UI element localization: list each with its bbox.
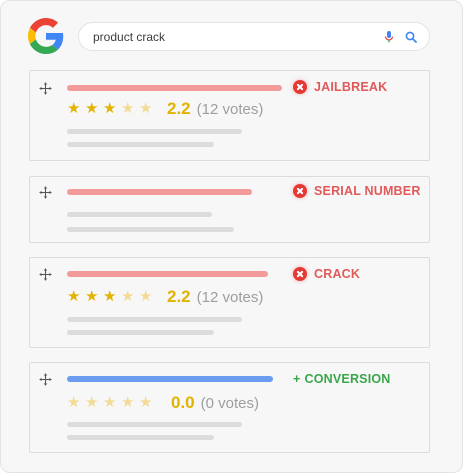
text-placeholder-line xyxy=(67,317,242,322)
star-icon[interactable]: ★ xyxy=(103,289,121,305)
star-icon[interactable]: ★ xyxy=(103,101,121,117)
text-placeholder-line xyxy=(67,212,212,217)
remove-icon[interactable] xyxy=(293,184,307,198)
text-placeholder-line xyxy=(67,129,242,134)
star-rating[interactable]: ★ ★ ★ ★ ★ xyxy=(67,395,157,411)
search-input[interactable]: product crack xyxy=(93,30,165,44)
rating: ★ ★ ★ ★ ★ 2.2 (12 votes) xyxy=(67,287,263,307)
tag-serial-number: SERIAL NUMBER xyxy=(293,184,421,198)
tag-label: SERIAL NUMBER xyxy=(314,184,421,198)
result-card-jailbreak: JAILBREAK ★ ★ ★ ★ ★ 2.2 (12 votes) xyxy=(29,70,430,161)
rating-score: 2.2 xyxy=(167,287,191,306)
star-icon[interactable]: ★ xyxy=(85,395,103,411)
result-card-crack: CRACK ★ ★ ★ ★ ★ 2.2 (12 votes) xyxy=(29,257,430,348)
rating: ★ ★ ★ ★ ★ 2.2 (12 votes) xyxy=(67,99,263,119)
star-icon[interactable]: ★ xyxy=(85,289,103,305)
vote-count: (12 votes) xyxy=(196,100,264,118)
star-icon[interactable]: ★ xyxy=(103,395,121,411)
star-icon[interactable]: ★ xyxy=(121,101,139,117)
tag-conversion: + CONVERSION xyxy=(293,372,391,386)
vote-count: (12 votes) xyxy=(196,288,264,306)
vote-count: (0 votes) xyxy=(200,394,259,412)
remove-icon[interactable] xyxy=(293,80,307,94)
text-placeholder-line xyxy=(67,227,234,232)
star-icon[interactable]: ★ xyxy=(139,289,157,305)
star-icon[interactable]: ★ xyxy=(67,101,85,117)
rating-score: 0.0 xyxy=(171,393,195,412)
plus-sign: + xyxy=(293,372,301,386)
drag-handle-icon[interactable] xyxy=(39,373,52,386)
star-icon[interactable]: ★ xyxy=(121,395,139,411)
remove-icon[interactable] xyxy=(293,267,307,281)
search-bar[interactable]: product crack xyxy=(78,22,430,51)
text-placeholder-line xyxy=(67,422,242,427)
star-icon[interactable]: ★ xyxy=(67,289,85,305)
rating-score: 2.2 xyxy=(167,99,191,118)
star-icon[interactable]: ★ xyxy=(85,101,103,117)
title-placeholder-bar xyxy=(67,189,252,195)
text-placeholder-line xyxy=(67,435,214,440)
window-frame: product crack JAILBREAK ★ ★ ★ ★ ★ 2.2 (1… xyxy=(0,0,463,473)
rating: ★ ★ ★ ★ ★ 0.0 (0 votes) xyxy=(67,393,259,413)
search-icon[interactable] xyxy=(404,30,418,44)
star-icon[interactable]: ★ xyxy=(139,395,157,411)
star-icon[interactable]: ★ xyxy=(121,289,139,305)
tag-label: CRACK xyxy=(314,267,361,281)
star-rating[interactable]: ★ ★ ★ ★ ★ xyxy=(67,101,157,117)
tag-crack: CRACK xyxy=(293,267,360,281)
title-placeholder-bar xyxy=(67,271,268,277)
star-icon[interactable]: ★ xyxy=(67,395,85,411)
tag-jailbreak: JAILBREAK xyxy=(293,80,387,94)
title-placeholder-bar xyxy=(67,85,282,91)
drag-handle-icon[interactable] xyxy=(39,186,52,199)
star-icon[interactable]: ★ xyxy=(139,101,157,117)
text-placeholder-line xyxy=(67,142,214,147)
google-logo[interactable] xyxy=(28,18,64,54)
text-placeholder-line xyxy=(67,330,214,335)
mic-icon[interactable] xyxy=(382,30,396,44)
drag-handle-icon[interactable] xyxy=(39,268,52,281)
tag-label: CONVERSION xyxy=(304,372,391,386)
title-placeholder-bar xyxy=(67,376,273,382)
tag-label: JAILBREAK xyxy=(314,80,388,94)
result-card-conversion: + CONVERSION ★ ★ ★ ★ ★ 0.0 (0 votes) xyxy=(29,362,430,453)
drag-handle-icon[interactable] xyxy=(39,82,52,95)
result-card-serial-number: SERIAL NUMBER xyxy=(29,176,430,243)
star-rating[interactable]: ★ ★ ★ ★ ★ xyxy=(67,289,157,305)
